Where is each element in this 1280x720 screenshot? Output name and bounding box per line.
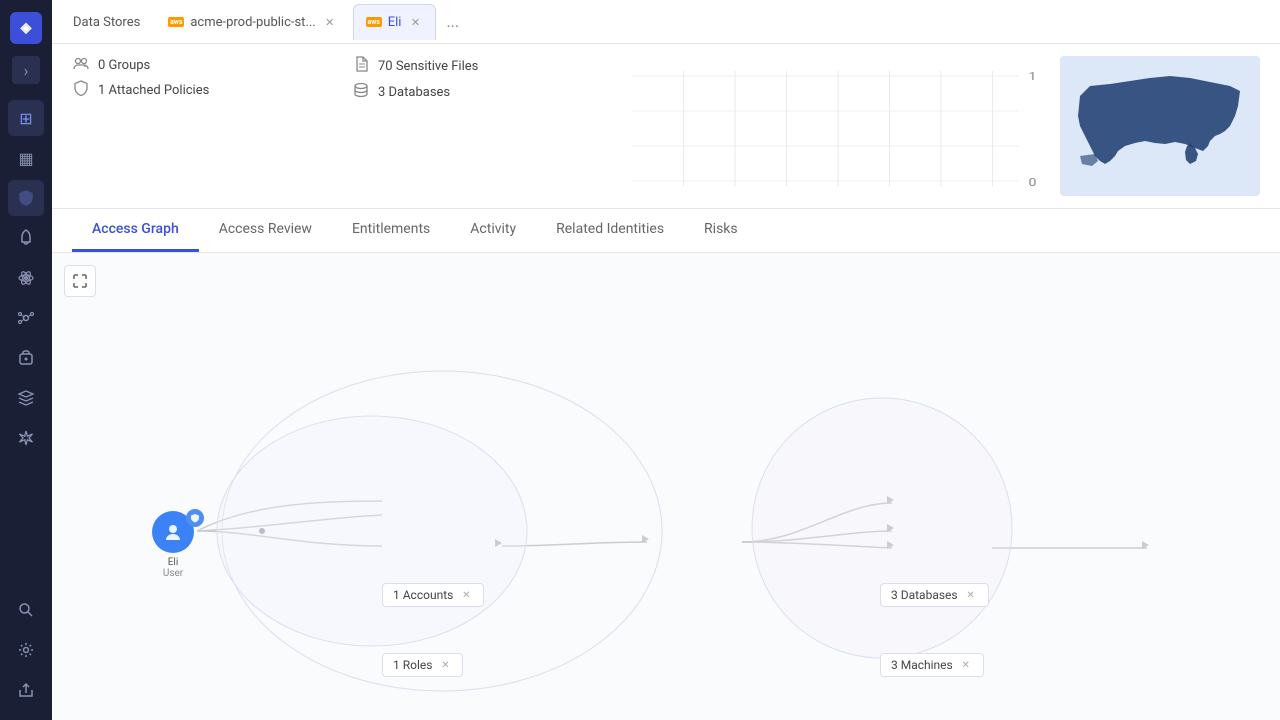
node-accounts-label: 1 Accounts	[393, 588, 453, 602]
sidebar-item-shield2[interactable]	[8, 340, 44, 376]
sidebar-item-layers[interactable]	[8, 380, 44, 416]
node-machines-label: 3 Machines	[891, 658, 953, 672]
fullscreen-button[interactable]	[64, 265, 96, 297]
user-name: Eli	[168, 557, 179, 568]
graph-connections	[52, 253, 1280, 720]
tab-access-review-label: Access Review	[219, 221, 312, 237]
sidebar-share-icon[interactable]	[8, 672, 44, 708]
info-middle: 70 Sensitive Files 3 Databases	[352, 56, 632, 196]
svg-text:Oct: Oct	[648, 194, 668, 196]
groups-info: 0 Groups	[72, 56, 352, 74]
node-accounts-close[interactable]: ✕	[459, 588, 473, 602]
sensitive-files-label: 70 Sensitive Files	[378, 59, 478, 74]
policies-info: 1 Attached Policies	[72, 80, 352, 100]
tab-risks[interactable]: Risks	[684, 209, 758, 252]
tab-access-graph[interactable]: Access Graph	[72, 209, 199, 252]
tab-access-review[interactable]: Access Review	[199, 209, 332, 252]
tab-bar: Data Stores aws acme-prod-public-st... ✕…	[52, 0, 1280, 44]
sensitive-files-info: 70 Sensitive Files	[352, 56, 632, 76]
databases-icon	[352, 82, 370, 102]
svg-text:0: 0	[1029, 176, 1037, 189]
sidebar-item-chart[interactable]: ▦	[8, 140, 44, 176]
tab-related-identities[interactable]: Related Identities	[536, 209, 684, 252]
databases-info: 3 Databases	[352, 82, 632, 102]
sidebar: ◈ › ⊞ ▦	[0, 0, 52, 720]
sidebar-collapse-button[interactable]: ›	[12, 56, 40, 84]
tab-eli-close[interactable]: ✕	[407, 14, 423, 30]
sidebar-item-atom[interactable]	[8, 260, 44, 296]
info-left: 0 Groups 1 Attached Policies	[72, 56, 352, 196]
sidebar-item-bell[interactable]	[8, 220, 44, 256]
user-badge	[186, 509, 204, 527]
user-type: User	[163, 568, 183, 579]
tab-eli-label: Eli	[388, 15, 402, 30]
user-label: Eli User	[147, 557, 199, 579]
sidebar-item-grid[interactable]: ⊞	[8, 100, 44, 136]
tab-entitlements[interactable]: Entitlements	[332, 209, 450, 252]
sidebar-item-starburst[interactable]	[8, 420, 44, 456]
sidebar-logo[interactable]: ◈	[10, 12, 42, 44]
geo-map	[1060, 56, 1260, 196]
tab-acme-prod-label: acme-prod-public-st...	[190, 15, 315, 30]
main-content: Data Stores aws acme-prod-public-st... ✕…	[52, 0, 1280, 720]
tab-eli[interactable]: aws Eli ✕	[353, 4, 437, 40]
sensitive-files-icon	[352, 56, 370, 76]
activity-chart: 1 0 1 0 Oct 25 26 27 28 29 30 31 Nov 1	[632, 56, 1044, 196]
svg-text:1: 1	[1029, 70, 1037, 83]
node-machines-close[interactable]: ✕	[959, 658, 973, 672]
node-accounts[interactable]: 1 Accounts ✕	[382, 583, 484, 607]
aws-icon-eli: aws	[366, 17, 382, 27]
aws-icon-acme: aws	[168, 17, 184, 27]
tab-data-stores[interactable]: Data Stores	[60, 4, 153, 40]
sidebar-item-shield[interactable]	[8, 180, 44, 216]
policies-label: 1 Attached Policies	[98, 83, 209, 98]
tab-activity-label: Activity	[470, 221, 516, 237]
node-roles-label: 1 Roles	[393, 658, 432, 672]
policies-icon	[72, 80, 90, 100]
tab-access-graph-label: Access Graph	[92, 221, 179, 237]
tab-acme-prod-close[interactable]: ✕	[322, 14, 338, 30]
sidebar-search-icon[interactable]	[8, 592, 44, 628]
info-right-charts: 1 0 1 0 Oct 25 26 27 28 29 30 31 Nov 1	[632, 56, 1260, 196]
graph-controls	[64, 265, 96, 297]
tab-acme-prod[interactable]: aws acme-prod-public-st... ✕	[155, 4, 350, 40]
sidebar-settings-icon[interactable]	[8, 632, 44, 668]
tab-entitlements-label: Entitlements	[352, 221, 430, 237]
node-roles-close[interactable]: ✕	[438, 658, 452, 672]
info-panel: 0 Groups 1 Attached Policies	[52, 44, 1280, 209]
node-databases-label: 3 Databases	[891, 588, 958, 602]
groups-label: 0 Groups	[98, 58, 150, 73]
node-roles[interactable]: 1 Roles ✕	[382, 653, 463, 677]
nav-tabs: Access Graph Access Review Entitlements …	[52, 209, 1280, 253]
svg-text:Nov: Nov	[1002, 194, 1025, 196]
node-databases-close[interactable]: ✕	[964, 588, 978, 602]
cursor-indicator: ↖	[920, 715, 937, 720]
tab-data-stores-label: Data Stores	[73, 15, 140, 30]
databases-label: 3 Databases	[378, 85, 450, 100]
sidebar-item-nodes[interactable]	[8, 300, 44, 336]
node-databases[interactable]: 3 Databases ✕	[880, 583, 989, 607]
tab-activity[interactable]: Activity	[450, 209, 536, 252]
sidebar-bottom	[8, 592, 44, 708]
graph-area: Eli User 1 Accounts ✕ 1 Roles ✕ Direct ✕…	[52, 253, 1280, 720]
groups-icon	[72, 56, 90, 74]
node-machines[interactable]: 3 Machines ✕	[880, 653, 984, 677]
tab-risks-label: Risks	[704, 221, 738, 237]
tab-related-identities-label: Related Identities	[556, 221, 664, 237]
tab-more-button[interactable]: ...	[438, 8, 467, 35]
